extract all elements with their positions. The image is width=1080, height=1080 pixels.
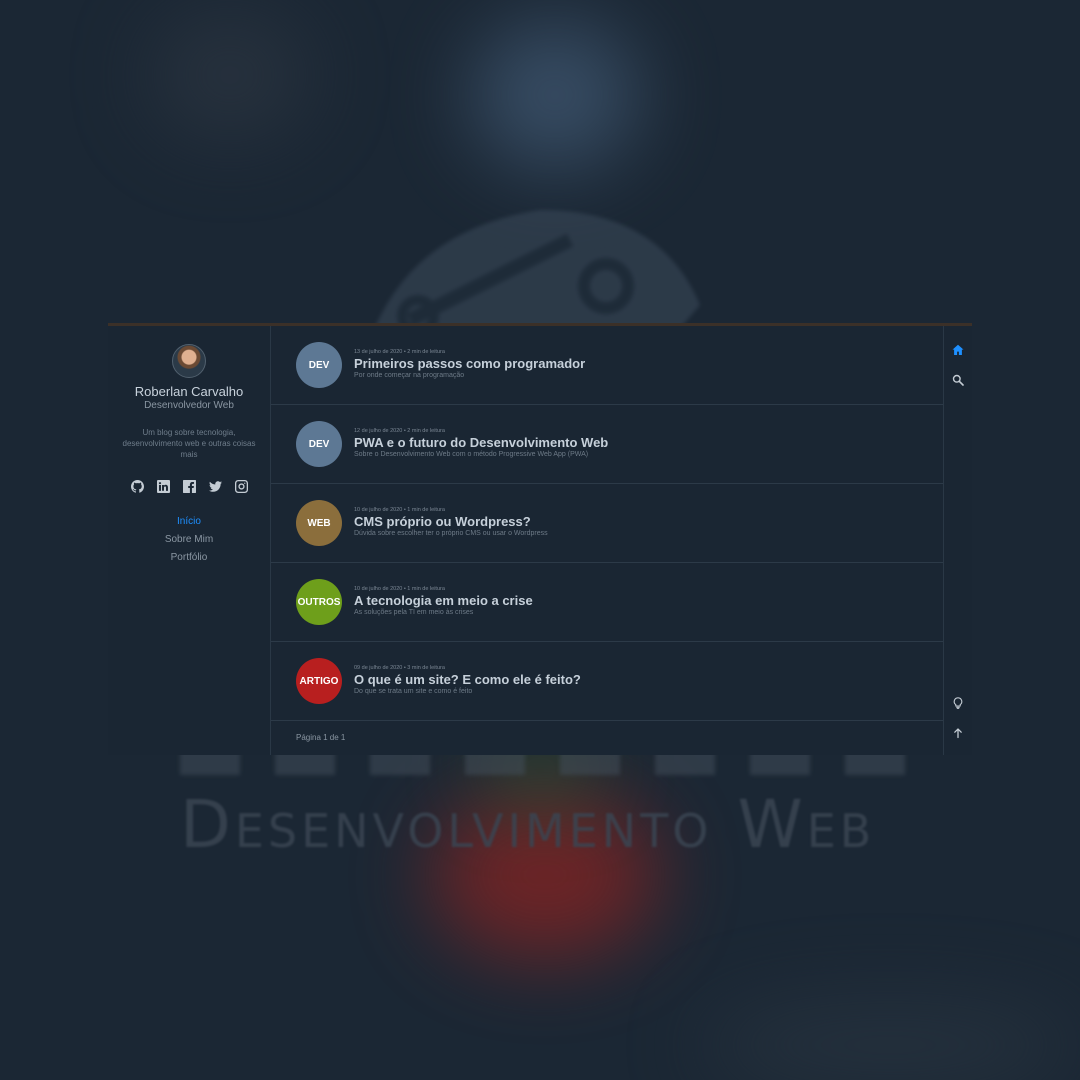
post-title[interactable]: A tecnologia em meio a crise	[354, 593, 533, 608]
home-icon[interactable]	[950, 342, 966, 358]
author-role: Desenvolvedor Web	[144, 400, 234, 411]
author-bio: Um blog sobre tecnologia, desenvolviment…	[122, 428, 256, 459]
facebook-icon[interactable]	[181, 478, 197, 494]
post-title[interactable]: PWA e o futuro do Desenvolvimento Web	[354, 435, 608, 450]
nav-item-sobre-mim[interactable]: Sobre Mim	[165, 534, 213, 546]
post-item[interactable]: WEB 10 de julho de 2020 • 1 min de leitu…	[271, 484, 943, 563]
nav-item-portfolio[interactable]: Portfólio	[171, 552, 208, 564]
author-name[interactable]: Roberlan Carvalho	[135, 384, 243, 399]
post-description: As soluções pela TI em meio às crises	[354, 609, 474, 616]
search-icon[interactable]	[950, 372, 966, 388]
nav-item-inicio[interactable]: Início	[177, 516, 201, 528]
post-item[interactable]: ARTIGO 09 de julho de 2020 • 3 min de le…	[271, 642, 943, 721]
background-blur-spot	[470, 20, 640, 170]
post-description: Sobre o Desenvolvimento Web com o método…	[354, 451, 589, 458]
post-item[interactable]: OUTROS 10 de julho de 2020 • 1 min de le…	[271, 563, 943, 642]
twitter-icon[interactable]	[207, 478, 223, 494]
social-links	[129, 478, 249, 494]
github-icon[interactable]	[129, 478, 145, 494]
instagram-icon[interactable]	[233, 478, 249, 494]
post-tag-badge: DEV	[296, 421, 342, 467]
post-meta: 10 de julho de 2020 • 1 min de leitura	[354, 507, 445, 513]
pagination-label: Página 1 de 1	[296, 733, 346, 742]
post-title[interactable]: O que é um site? E como ele é feito?	[354, 672, 581, 687]
linkedin-icon[interactable]	[155, 478, 171, 494]
background-blur-spot	[150, 10, 310, 140]
post-tag-badge: WEB	[296, 500, 342, 546]
arrow-up-icon[interactable]	[950, 725, 966, 741]
blog-window: Roberlan Carvalho Desenvolvedor Web Um b…	[108, 323, 972, 755]
post-item[interactable]: DEV 13 de julho de 2020 • 2 min de leitu…	[271, 326, 943, 405]
post-description: Dúvida sobre escolher ter o próprio CMS …	[354, 530, 548, 537]
post-meta: 12 de julho de 2020 • 2 min de leitura	[354, 428, 445, 434]
post-meta: 13 de julho de 2020 • 2 min de leitura	[354, 349, 445, 355]
background-blur-spot	[700, 1000, 1080, 1080]
right-toolbar	[943, 326, 972, 755]
post-meta: 10 de julho de 2020 • 1 min de leitura	[354, 586, 445, 592]
post-tag-badge: OUTROS	[296, 579, 342, 625]
main-nav: Início Sobre Mim Portfólio	[165, 516, 213, 564]
post-tag-badge: DEV	[296, 342, 342, 388]
post-tag-badge: ARTIGO	[296, 658, 342, 704]
post-list: DEV 13 de julho de 2020 • 2 min de leitu…	[271, 326, 943, 755]
post-description: Por onde começar na programação	[354, 372, 465, 379]
avatar[interactable]	[172, 344, 206, 378]
post-item[interactable]: DEV 12 de julho de 2020 • 2 min de leitu…	[271, 405, 943, 484]
post-description: Do que se trata um site e como é feito	[354, 688, 473, 695]
lightbulb-icon[interactable]	[950, 695, 966, 711]
post-title[interactable]: CMS próprio ou Wordpress?	[354, 514, 548, 529]
post-meta: 09 de julho de 2020 • 3 min de leitura	[354, 665, 445, 671]
background-watermark: Desenvolvimento Web	[180, 786, 876, 863]
background-logo-icon	[370, 210, 700, 340]
sidebar: Roberlan Carvalho Desenvolvedor Web Um b…	[108, 326, 271, 755]
post-title[interactable]: Primeiros passos como programador	[354, 356, 585, 371]
